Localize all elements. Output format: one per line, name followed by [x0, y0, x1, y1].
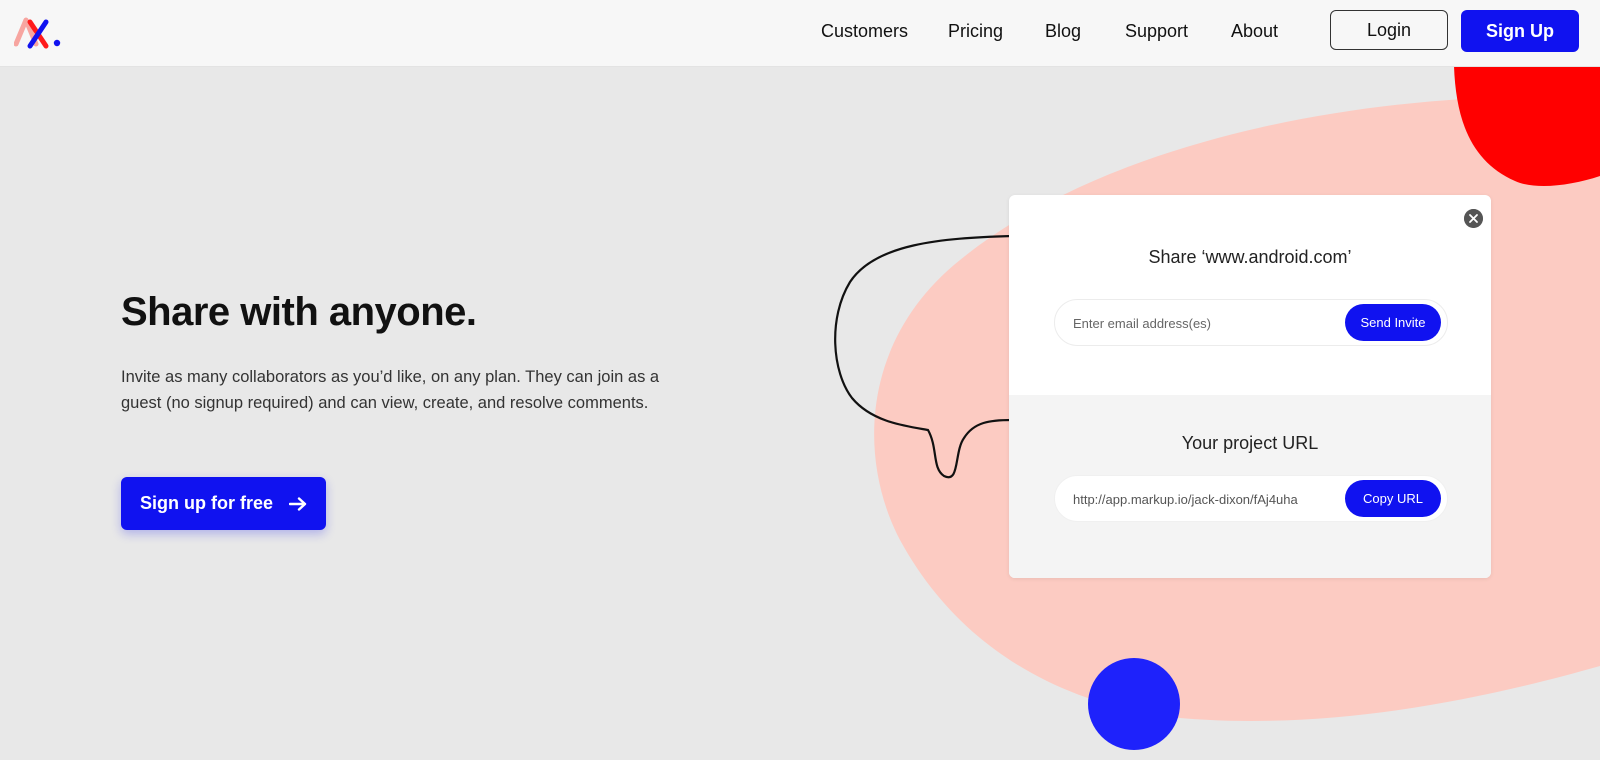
- invite-field: Send Invite: [1054, 299, 1448, 346]
- project-url-field: Copy URL: [1054, 475, 1448, 522]
- nav-link-customers[interactable]: Customers: [821, 21, 908, 42]
- copy-url-button[interactable]: Copy URL: [1345, 480, 1441, 517]
- top-navbar: Customers Pricing Blog Support About Log…: [0, 0, 1600, 67]
- nav-link-about[interactable]: About: [1231, 21, 1278, 42]
- hero-description: Invite as many collaborators as you’d li…: [121, 368, 660, 412]
- signup-button[interactable]: Sign Up: [1461, 10, 1579, 52]
- signup-free-button[interactable]: Sign up for free: [121, 477, 326, 530]
- close-icon[interactable]: [1464, 209, 1483, 228]
- nav-link-pricing[interactable]: Pricing: [948, 21, 1003, 42]
- blue-circle-shape: [1088, 658, 1180, 750]
- signup-free-label: Sign up for free: [139, 493, 273, 513]
- hero-title: Share with anyone.: [121, 290, 477, 334]
- markup-logo[interactable]: [14, 14, 62, 50]
- share-dialog: Share ‘www.android.com’ Send Invite Your…: [1009, 195, 1491, 578]
- arrow-right-icon: [289, 496, 307, 511]
- nav-link-support[interactable]: Support: [1125, 21, 1188, 42]
- share-dialog-title: Share ‘www.android.com’: [1148, 247, 1352, 267]
- login-button[interactable]: Login: [1330, 10, 1448, 50]
- project-url-input[interactable]: [1073, 486, 1343, 512]
- send-invite-button[interactable]: Send Invite: [1345, 304, 1441, 341]
- project-url-title: Your project URL: [1181, 433, 1319, 453]
- email-input[interactable]: [1073, 310, 1343, 336]
- nav-link-blog[interactable]: Blog: [1045, 21, 1081, 42]
